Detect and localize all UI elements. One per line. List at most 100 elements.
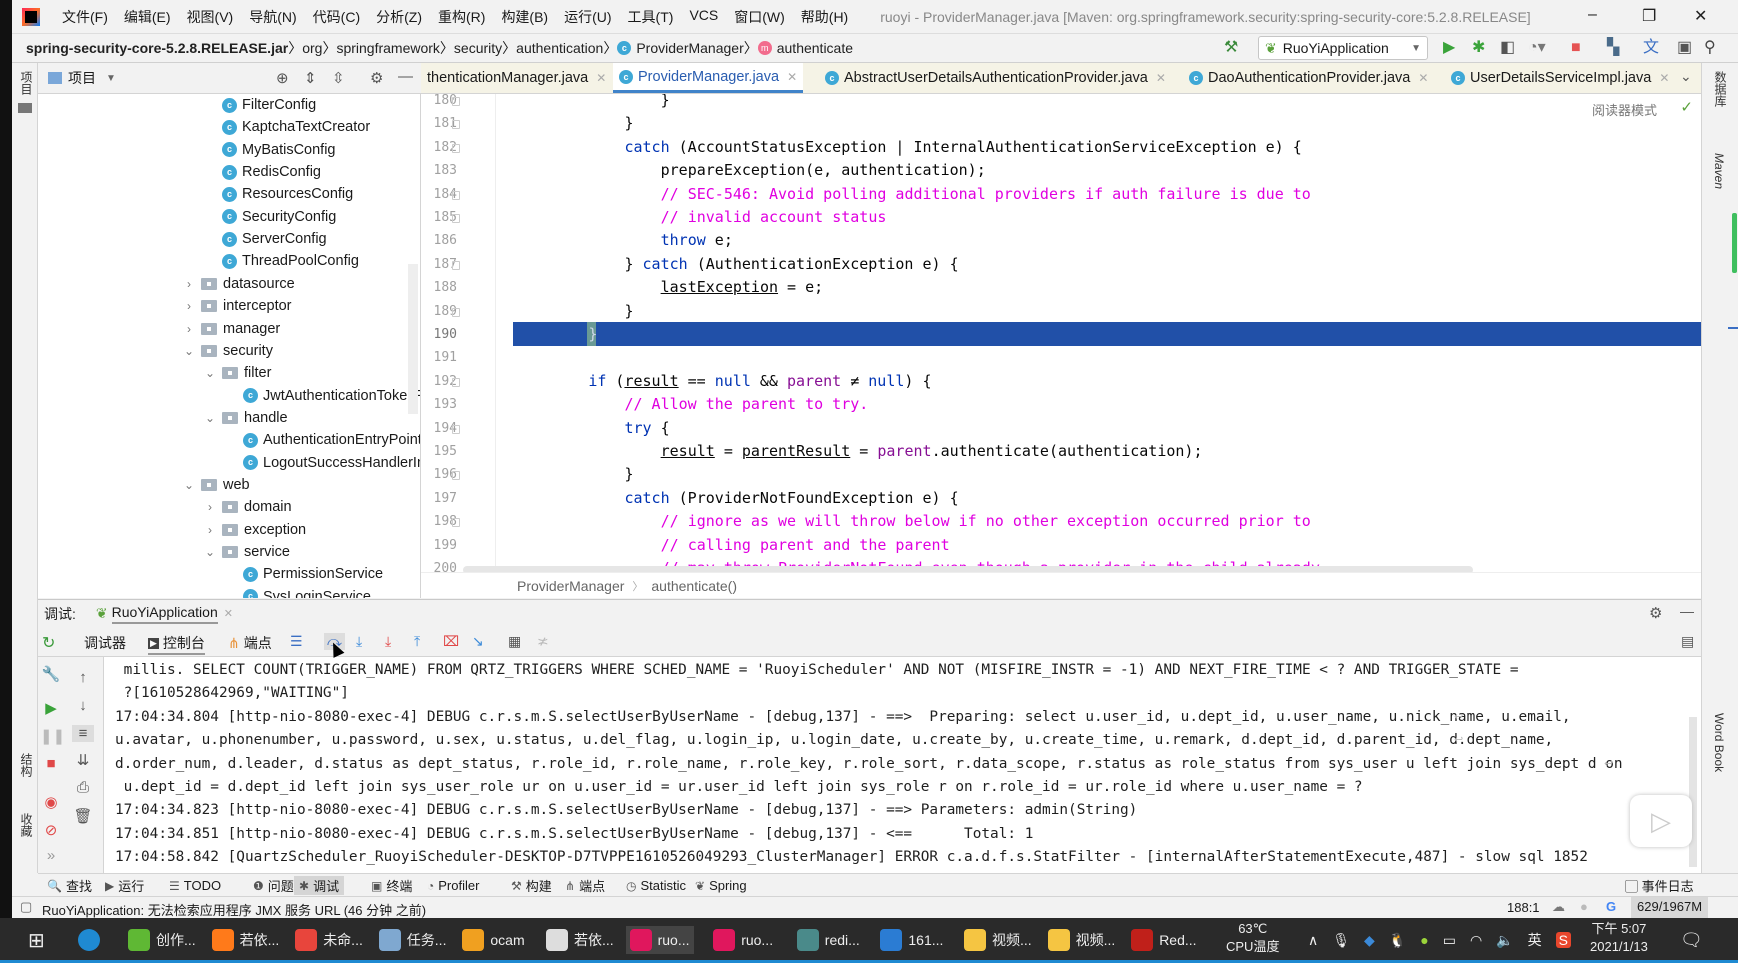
project-view-select[interactable]: 项目 [68, 68, 96, 88]
tree-item[interactable]: ⌄ handle [38, 407, 420, 429]
resume-icon[interactable]: ▶ [40, 699, 62, 717]
action-center-icon[interactable]: 🗨 [1680, 926, 1703, 954]
minimize-button[interactable]: – [1588, 6, 1597, 24]
volume-icon[interactable]: 🔈 [1496, 932, 1513, 949]
coverage-icon[interactable]: ◧ [1500, 38, 1515, 58]
taskbar-app-button[interactable]: 161... [876, 926, 947, 954]
taskbar-app-button[interactable]: Red... [1127, 926, 1200, 954]
mute-breakpoints-icon[interactable]: ⊘ [40, 821, 62, 839]
editor-tab[interactable]: c ProviderManager.java ✕ [613, 63, 804, 93]
tabs-overflow-chevron-icon[interactable]: ⌄ [1680, 68, 1692, 85]
wrench-icon[interactable]: 🔧 [40, 665, 62, 683]
editor-tab[interactable]: thenticationManager.java ✕ [421, 63, 612, 93]
console-output[interactable]: millis. SELECT COUNT(TRIGGER_NAME) FROM … [104, 657, 1701, 873]
microphone-icon[interactable]: 🎙 [1332, 932, 1350, 949]
tool-window-button[interactable]: ☰ TODO [164, 876, 226, 895]
rerun-icon[interactable]: ↻ [42, 633, 55, 653]
taskbar-app-button[interactable]: ocam [458, 926, 528, 954]
profile-icon[interactable]: ◔▾ [1528, 38, 1546, 58]
chevron-down-icon[interactable]: ⌄ [202, 366, 218, 380]
clear-all-icon[interactable]: 🗑 [72, 807, 94, 825]
chevron-down-icon[interactable]: ⌄ [181, 344, 197, 358]
taskbar-app-button[interactable]: ruo... [709, 926, 777, 954]
layout-settings-icon[interactable]: ▤ [1681, 633, 1694, 650]
fold-marker-icon[interactable] [452, 377, 460, 387]
hide-icon[interactable]: — [1680, 603, 1694, 619]
run-configuration-select[interactable]: ❦ RuoYiApplication ▼ [1258, 36, 1428, 60]
ime-indicator[interactable]: 英 [1528, 930, 1542, 950]
tool-window-button[interactable]: ◔ Profiler [422, 876, 484, 895]
notification-icon[interactable]: ● [1580, 899, 1588, 914]
soft-wrap-icon[interactable]: ≡ [72, 725, 94, 742]
tree-item[interactable]: c PermissionService [38, 563, 420, 585]
hide-icon[interactable]: — [398, 68, 413, 85]
system-tray[interactable]: ∧ 🎙 ◆ 🐧 ● ▭ ◠ 🔈 英 S [1308, 926, 1571, 954]
breadcrumb-item[interactable]: org [302, 40, 322, 56]
chevron-right-icon[interactable]: › [181, 277, 197, 291]
memory-indicator[interactable]: 629/1967M [1631, 897, 1709, 918]
fold-marker-icon[interactable] [452, 307, 460, 317]
evaluate-expression-icon[interactable]: ▦ [508, 633, 521, 650]
endpoints-tab[interactable]: ⋔ 端点 [228, 633, 272, 653]
tree-scrollbar[interactable] [408, 264, 418, 414]
status-message[interactable]: RuoYiApplication: 无法检索应用程序 JMX 服务 URL (4… [42, 900, 426, 919]
tree-item[interactable]: c FilterConfig [38, 94, 420, 116]
chevron-down-icon[interactable]: ▼ [106, 73, 116, 84]
debugger-tab[interactable]: 调试器 [84, 633, 126, 653]
breadcrumb-item[interactable]: m authenticate [757, 40, 853, 56]
scroll-to-end-icon[interactable]: ⇊ [72, 751, 94, 769]
tool-window-button[interactable]: ⚒ 构建 [506, 876, 557, 895]
chevron-down-icon[interactable]: ⌄ [181, 478, 197, 492]
menu-item[interactable]: 工具(T) [620, 7, 682, 27]
run-icon[interactable]: ▶ [1443, 38, 1455, 58]
battery-icon[interactable]: ▭ [1443, 932, 1456, 949]
tool-window-button[interactable]: ▶ 运行 [100, 876, 149, 895]
tree-item[interactable]: c ResourcesConfig [38, 183, 420, 205]
debug-session-tab[interactable]: RuoYiApplication [111, 604, 218, 624]
debug-icon[interactable]: ✱ [1472, 38, 1485, 58]
reader-mode-button[interactable]: 阅读器模式 [1592, 100, 1657, 119]
breadcrumb-item[interactable]: security [454, 40, 502, 56]
tool-window-button[interactable]: ⋔ 端点 [560, 876, 610, 895]
event-log-button[interactable]: ▢ 事件日志 [1625, 876, 1694, 895]
menu-item[interactable]: 视图(V) [179, 7, 242, 27]
maven-tool-button[interactable]: Maven [1712, 153, 1726, 189]
close-button[interactable]: ✕ [1694, 6, 1707, 26]
layout-icon[interactable]: ☰ [290, 633, 303, 650]
editor-tab[interactable]: c AbstractUserDetailsAuthenticationProvid… [819, 63, 1172, 93]
tool-window-button[interactable]: ❦ Spring [690, 876, 752, 895]
trace-stream-icon[interactable]: ≭ [537, 633, 549, 650]
tree-item[interactable]: c ServerConfig [38, 228, 420, 250]
terminal-window-icon[interactable]: ▣ [1677, 38, 1692, 58]
code-editor[interactable]: 180 181 182 183 184 185 186 187 188 189 190 191 192 1… [421, 94, 1701, 598]
gear-icon[interactable]: ⚙ [1649, 604, 1662, 622]
cpu-temperature[interactable]: 63℃ CPU温度 [1226, 920, 1279, 960]
fold-marker-icon[interactable] [452, 214, 460, 223]
database-tool-button[interactable]: 数据库 [1712, 71, 1729, 107]
breadcrumb-item[interactable]: spring-security-core-5.2.8.RELEASE.jar [26, 40, 288, 56]
taskbar-app-button[interactable]: ruo... [625, 926, 694, 954]
more-icon[interactable]: » [40, 847, 62, 864]
tree-item[interactable]: › exception [38, 519, 420, 541]
tree-item[interactable]: ⌄ service [38, 541, 420, 563]
menu-item[interactable]: 文件(F) [54, 7, 116, 27]
breadcrumb-class[interactable]: ProviderManager [517, 578, 624, 594]
menu-item[interactable]: VCS [681, 7, 726, 27]
breadcrumb-item[interactable]: c ProviderManager [617, 40, 744, 56]
expand-all-icon[interactable]: ⇕ [304, 69, 317, 87]
taskbar-app-button[interactable]: 视频... [960, 926, 1036, 954]
taskbar-app-button[interactable]: 若依... [208, 926, 284, 954]
tray-app-icon[interactable]: ◆ [1364, 932, 1375, 949]
fold-marker-icon[interactable] [452, 260, 460, 270]
scrollbar-thumb[interactable] [1732, 213, 1737, 273]
menu-item[interactable]: 窗口(W) [726, 7, 793, 27]
chevron-right-icon[interactable]: › [202, 523, 218, 537]
tree-item[interactable]: ⌄ security [38, 340, 420, 362]
view-breakpoints-icon[interactable]: ◉ [40, 793, 62, 811]
search-icon[interactable]: ⚲ [1704, 38, 1716, 58]
tree-item[interactable]: ⌄ filter [38, 362, 420, 384]
taskbar-app-button[interactable]: 视频... [1044, 926, 1120, 954]
chevron-right-icon[interactable]: › [202, 500, 218, 514]
taskbar-app-button[interactable]: 任务... [375, 926, 451, 954]
taskbar-app-button[interactable]: 未命... [291, 926, 367, 954]
